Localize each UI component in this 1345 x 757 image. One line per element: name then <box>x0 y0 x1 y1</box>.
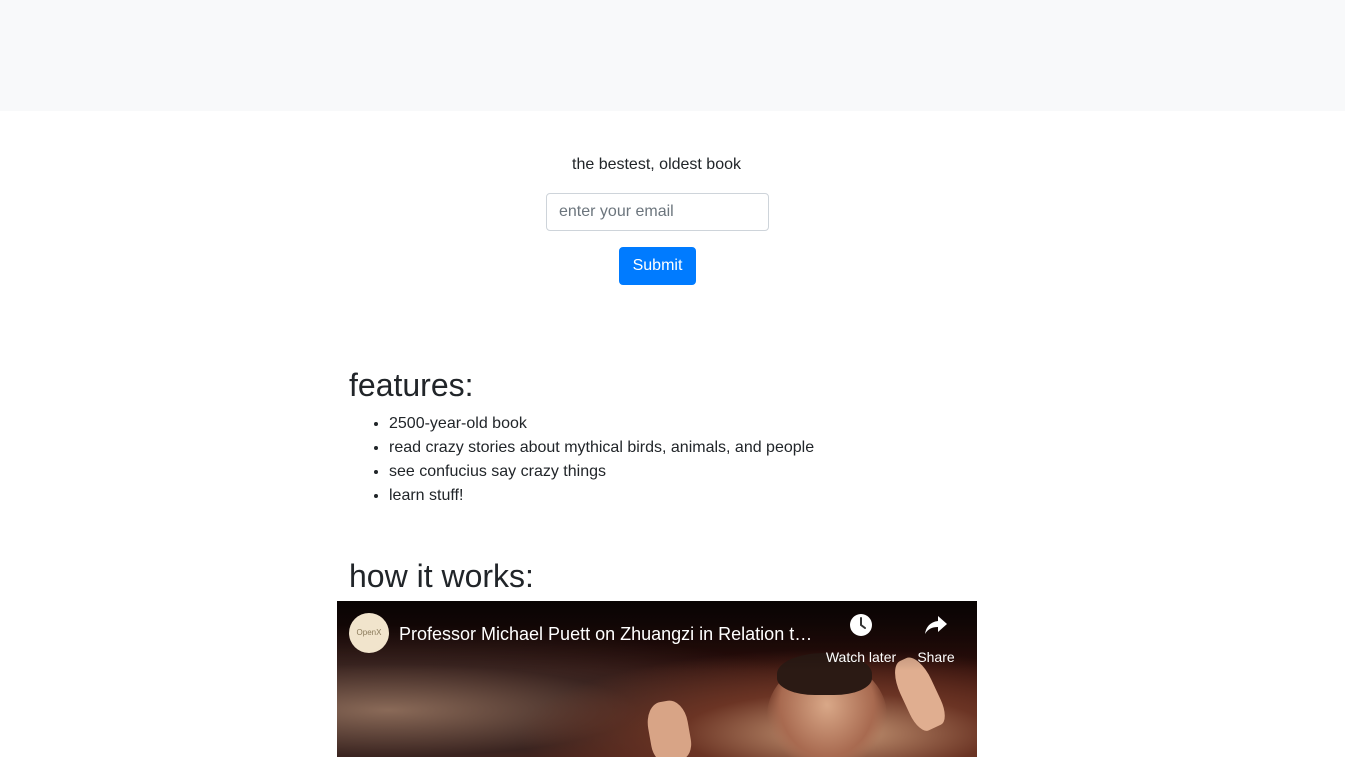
features-list: 2500-year-old book read crazy stories ab… <box>349 412 814 508</box>
video-embed[interactable]: OpenX Professor Michael Puett on Zhuangz… <box>337 601 977 757</box>
channel-avatar[interactable]: OpenX <box>349 613 389 653</box>
features-heading: features: <box>349 367 474 403</box>
watch-later-button[interactable]: Watch later <box>823 613 899 665</box>
hero-tagline: the bestest, oldest book <box>572 156 741 173</box>
share-button[interactable]: Share <box>915 613 957 665</box>
list-item: 2500-year-old book <box>389 412 814 436</box>
list-item: see confucius say crazy things <box>389 460 814 484</box>
submit-button[interactable]: Submit <box>619 247 696 285</box>
video-title[interactable]: Professor Michael Puett on Zhuangzi in R… <box>399 623 819 645</box>
watch-later-label: Watch later <box>825 649 897 665</box>
list-item: read crazy stories about mythical birds,… <box>389 436 814 460</box>
top-navbar-band <box>0 0 1345 111</box>
channel-logo-text: OpenX <box>356 628 382 637</box>
email-field[interactable] <box>546 193 769 231</box>
how-it-works-heading: how it works: <box>349 558 534 594</box>
share-arrow-icon <box>915 613 957 639</box>
clock-icon <box>823 613 899 639</box>
video-thumbnail-hand <box>644 697 694 757</box>
list-item: learn stuff! <box>389 484 814 508</box>
share-label: Share <box>917 649 955 665</box>
